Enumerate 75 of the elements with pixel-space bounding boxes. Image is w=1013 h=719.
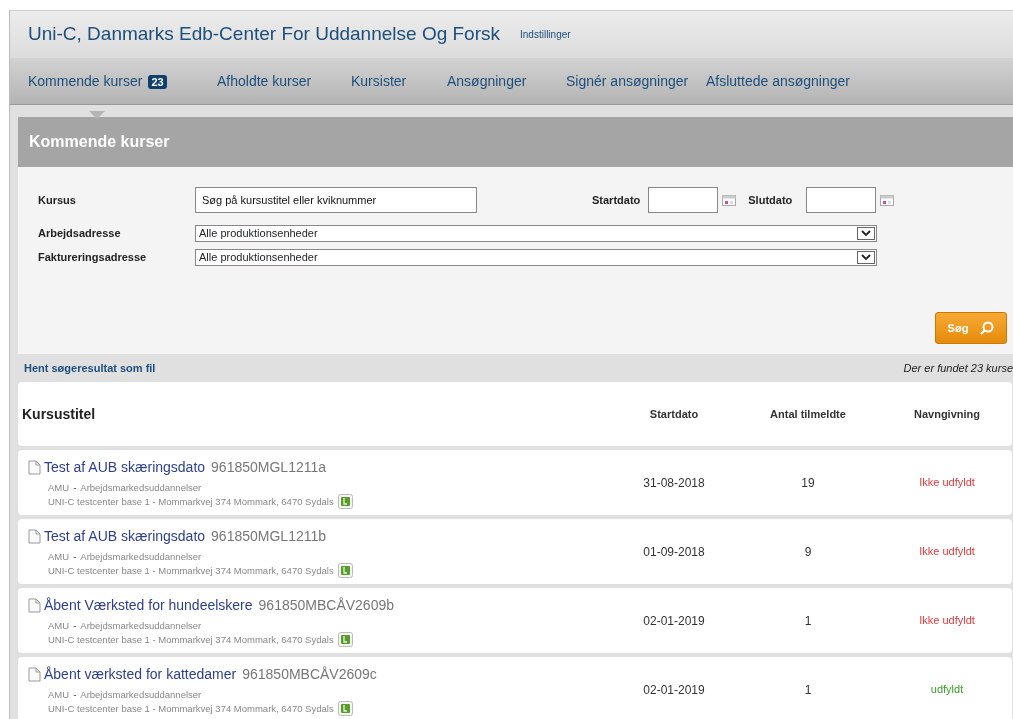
course-address: UNI-C testcenter base 1 - Mommarkvej 374 Mommark, 6470 Sydals: [48, 563, 334, 577]
download-link[interactable]: Hent søgeresultat som fil: [24, 359, 156, 377]
table-cell-text: 02-01-2019: [642, 681, 706, 699]
type-separator: -: [73, 550, 77, 562]
course-link[interactable]: Åbent Værksted for hundeelskere: [44, 594, 253, 616]
calendar-icon[interactable]: [880, 194, 895, 206]
calendar-icon[interactable]: [722, 194, 737, 206]
status-icon[interactable]: [337, 631, 353, 647]
settings-link[interactable]: Indstillinger: [520, 27, 571, 42]
course-address: UNI-C testcenter base 1 - Mommarkvej 374 Mommark, 6470 Sydals: [48, 632, 334, 646]
course-type: AMU: [48, 481, 70, 493]
nav-tab[interactable]: Afsluttede ansøgninger: [706, 73, 850, 89]
column-header: Startdato: [648, 406, 700, 422]
course-code: 961850MGL1211a: [211, 457, 327, 477]
document-icon: [28, 597, 41, 613]
field-label: Faktureringsadresse: [38, 250, 148, 265]
column-header: Antal tilmeldte: [769, 406, 847, 422]
course-type: AMU: [48, 619, 70, 631]
chevron-down-icon: [861, 254, 871, 261]
dropdown[interactable]: Alle produktionsenheder: [195, 249, 877, 266]
course-code: 961850MGL1211b: [211, 526, 327, 546]
course-type-description: Arbejdsmarkedsuddannelser: [80, 550, 202, 562]
panel-title: Kommende kurser: [29, 132, 170, 152]
naming-status: Ikke udfyldt: [918, 613, 976, 629]
course-address: UNI-C testcenter base 1 - Mommarkvej 374 Mommark, 6470 Sydals: [48, 701, 334, 715]
site-title: Uni-C, Danmarks Edb-Center For Uddannelse Og Forsk: [28, 22, 500, 47]
status-icon[interactable]: [337, 493, 353, 509]
course-type: AMU: [48, 688, 70, 700]
nav-tab[interactable]: Ansøgninger: [447, 73, 527, 89]
course-link[interactable]: Åbent værksted for kattedamer: [44, 663, 237, 685]
table-cell-text: 31-08-2018: [642, 474, 706, 492]
course-link[interactable]: Test af AUB skæringsdato: [44, 525, 206, 547]
status-icon[interactable]: [337, 700, 353, 716]
table-cell-text: 02-01-2019: [642, 612, 706, 630]
result-count: Der er fundet 23 kurse: [903, 360, 1013, 376]
course-type-description: Arbejdsmarkedsuddannelser: [80, 481, 202, 493]
date-field[interactable]: [806, 187, 877, 213]
chevron-down-icon: [861, 230, 871, 237]
count-badge: 23: [148, 75, 167, 89]
table-cell-text: 01-09-2018: [642, 543, 706, 561]
column-header: Navngivning: [913, 406, 981, 422]
table-cell-text: 9: [803, 543, 813, 561]
field-label: Slutdato: [748, 192, 793, 208]
naming-status: udfyldt: [929, 682, 965, 698]
dropdown[interactable]: Alle produktionsenheder: [195, 225, 877, 242]
course-code: 961850MBCÅV2609b: [258, 595, 394, 615]
status-icon[interactable]: [337, 562, 353, 578]
course-address: UNI-C testcenter base 1 - Mommarkvej 374 Mommark, 6470 Sydals: [48, 494, 334, 508]
search-icon: [980, 321, 995, 335]
table-cell-text: 1: [803, 681, 813, 699]
course-link[interactable]: Test af AUB skæringsdato: [44, 456, 206, 478]
course-type-description: Arbejdsmarkedsuddannelser: [80, 688, 202, 700]
nav-tab[interactable]: Signér ansøgninger: [566, 73, 689, 89]
table-cell-text: 19: [800, 474, 816, 492]
course-type-description: Arbejdsmarkedsuddannelser: [80, 619, 202, 631]
nav-tab[interactable]: Kursister: [351, 73, 407, 89]
naming-status: Ikke udfyldt: [918, 475, 976, 491]
course-code: 961850MBCÅV2609c: [242, 664, 377, 684]
field-label: Arbejdsadresse: [38, 226, 122, 241]
type-separator: -: [73, 688, 77, 700]
field-label: Startdato: [592, 192, 641, 208]
field-label: Kursus: [38, 192, 77, 208]
search-field[interactable]: Søg på kursustitel eller kviknummer: [195, 187, 477, 213]
table-cell-text: 1: [803, 612, 813, 630]
document-icon: [28, 666, 41, 682]
naming-status: Ikke udfyldt: [918, 544, 976, 560]
type-separator: -: [73, 619, 77, 631]
nav-tab[interactable]: Kommende kurser 23: [28, 73, 167, 89]
course-type: AMU: [48, 550, 70, 562]
column-header: Kursustitel: [21, 404, 97, 424]
document-icon: [28, 459, 41, 475]
nav-tab[interactable]: Afholdte kurser: [217, 73, 312, 89]
date-field[interactable]: [648, 187, 719, 213]
document-icon: [28, 528, 41, 544]
type-separator: -: [73, 481, 77, 493]
